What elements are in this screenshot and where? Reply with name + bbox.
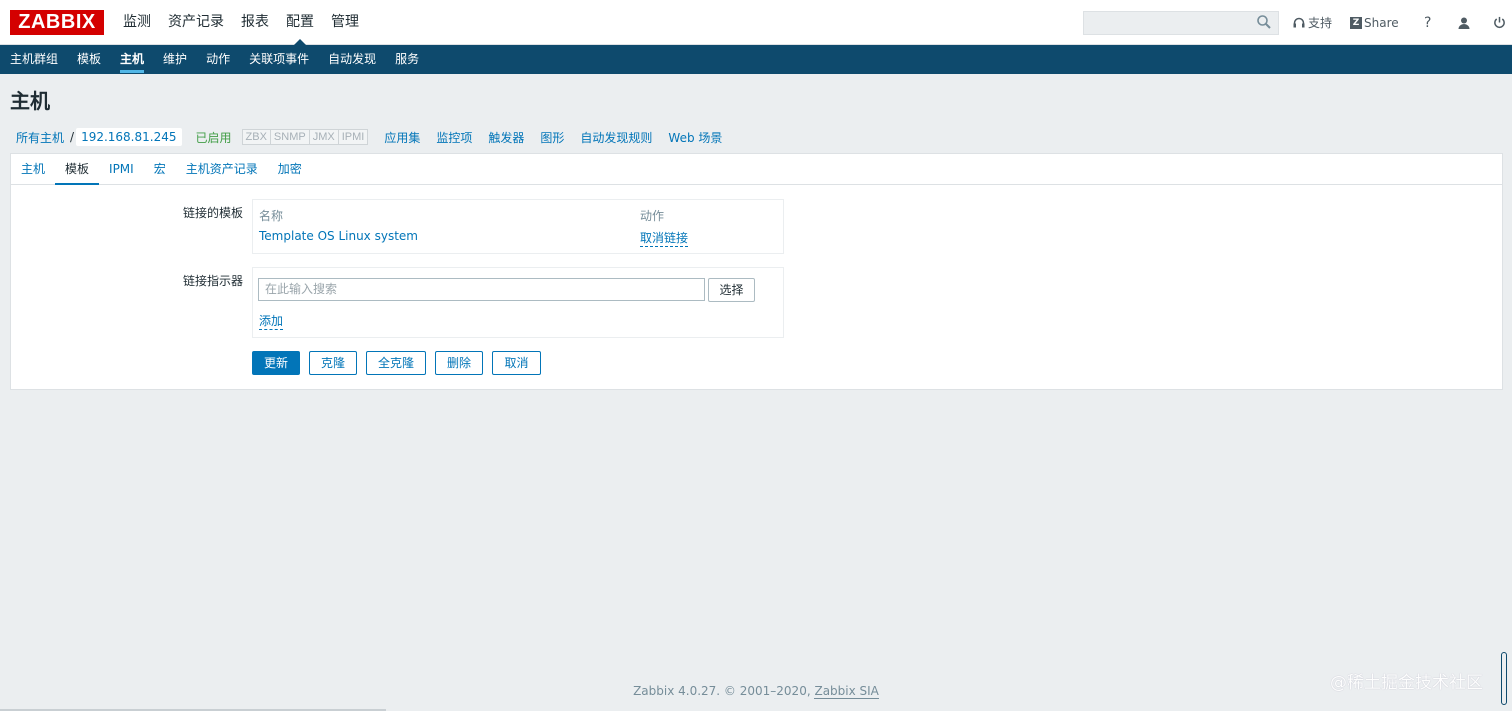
menu-configuration[interactable]: 配置	[286, 0, 314, 45]
availability-snmp: SNMP	[270, 130, 310, 144]
support-label: 支持	[1308, 16, 1333, 30]
link-graphs[interactable]: 图形	[540, 129, 564, 146]
user-profile-icon[interactable]	[1457, 16, 1471, 30]
page-title: 主机	[10, 89, 50, 113]
breadcrumb-separator: /	[70, 130, 75, 144]
availability-ipmi: IPMI	[338, 130, 368, 144]
add-template-link[interactable]: 添加	[259, 312, 284, 330]
full-clone-button[interactable]: 全克隆	[366, 351, 426, 375]
update-button[interactable]: 更新	[252, 351, 300, 375]
select-button[interactable]: 选择	[708, 278, 755, 302]
sub-menu: 主机群组 模板 主机 维护 动作 关联项事件 自动发现 服务	[0, 45, 1512, 74]
host-form-panel: 主机 模板 IPMI 宏 主机资产记录 加密 链接的模板 名称 动作 Templ…	[10, 153, 1503, 390]
availability-jmx: JMX	[309, 130, 339, 144]
submenu-services[interactable]: 服务	[395, 45, 419, 74]
footer: Zabbix 4.0.27. © 2001–2020, Zabbix SIA	[0, 684, 1512, 699]
submenu-actions[interactable]: 动作	[206, 45, 230, 74]
top-bar: ZABBIX 监测 资产记录 报表 配置 管理 支持 Z Share ?	[0, 0, 1512, 45]
tab-templates[interactable]: 模板	[55, 154, 100, 185]
column-name-header: 名称	[259, 209, 284, 223]
share-label: Share	[1364, 15, 1399, 30]
cancel-button[interactable]: 取消	[492, 351, 541, 375]
menu-monitoring[interactable]: 监测	[123, 0, 151, 45]
submenu-discovery[interactable]: 自动发现	[328, 45, 376, 74]
host-status-badge[interactable]: 已启用	[196, 129, 232, 146]
delete-button[interactable]: 删除	[435, 351, 483, 375]
help-icon[interactable]: ?	[1421, 15, 1435, 31]
linked-templates-label: 链接的模板	[182, 206, 243, 220]
footer-zabbix-link[interactable]: Zabbix SIA	[814, 684, 879, 699]
menu-inventory[interactable]: 资产记录	[168, 0, 224, 45]
tab-ipmi[interactable]: IPMI	[99, 154, 144, 184]
scroll-indicator[interactable]	[1501, 652, 1507, 705]
availability-zbx: ZBX	[242, 130, 271, 144]
breadcrumb-host[interactable]: 192.168.81.245	[76, 128, 182, 146]
template-search-input[interactable]: 在此输入搜索	[258, 278, 705, 301]
submenu-hosts[interactable]: 主机	[120, 45, 145, 74]
submenu-host-groups[interactable]: 主机群组	[10, 45, 58, 74]
breadcrumb-all-hosts[interactable]: 所有主机	[16, 129, 64, 146]
tab-host[interactable]: 主机	[11, 154, 55, 184]
link-applications[interactable]: 应用集	[384, 129, 420, 146]
power-icon[interactable]	[1493, 16, 1507, 30]
breadcrumb: 所有主机 / 192.168.81.245 已启用 ZBX SNMP JMX I…	[10, 126, 722, 148]
link-new-templates-label: 链接指示器	[182, 274, 243, 288]
menu-administration[interactable]: 管理	[331, 0, 359, 45]
main-menu: 监测 资产记录 报表 配置 管理	[123, 0, 376, 45]
watermark-text: @稀土掘金技术社区	[1330, 673, 1483, 693]
search-icon[interactable]	[1256, 14, 1272, 30]
form-tabs: 主机 模板 IPMI 宏 主机资产记录 加密	[11, 154, 1502, 185]
link-discovery-rules[interactable]: 自动发现规则	[580, 129, 652, 146]
link-web-scenarios[interactable]: Web 场景	[668, 129, 722, 146]
headset-icon	[1293, 17, 1305, 27]
zabbix-share-icon: Z	[1350, 16, 1363, 29]
submenu-event-correlation[interactable]: 关联项事件	[249, 45, 309, 74]
link-new-templates-box: 在此输入搜索 选择 添加	[252, 267, 784, 338]
menu-reports[interactable]: 报表	[241, 0, 269, 45]
user-menu: 支持 Z Share ?	[1293, 0, 1507, 45]
unlink-button[interactable]: 取消链接	[640, 229, 689, 247]
link-items[interactable]: 监控项	[436, 129, 472, 146]
linked-templates-table: 名称 动作 Template OS Linux system 取消链接	[252, 199, 784, 254]
global-search-input[interactable]	[1083, 11, 1279, 35]
column-action-header: 动作	[640, 209, 665, 223]
clone-button[interactable]: 克隆	[309, 351, 357, 375]
tab-encryption[interactable]: 加密	[268, 154, 312, 184]
availability-indicators: ZBX SNMP JMX IPMI	[241, 129, 369, 145]
support-link[interactable]: 支持	[1293, 14, 1332, 31]
submenu-maintenance[interactable]: 维护	[163, 45, 187, 74]
footer-copyright: Zabbix 4.0.27. © 2001–2020,	[633, 684, 811, 698]
tab-macros[interactable]: 宏	[144, 154, 176, 184]
zabbix-logo[interactable]: ZABBIX	[10, 10, 104, 35]
share-link[interactable]: Z Share	[1350, 16, 1399, 30]
link-triggers[interactable]: 触发器	[488, 129, 524, 146]
linked-template-link[interactable]: Template OS Linux system	[259, 229, 418, 243]
tab-inventory[interactable]: 主机资产记录	[176, 154, 268, 184]
submenu-templates[interactable]: 模板	[77, 45, 101, 74]
